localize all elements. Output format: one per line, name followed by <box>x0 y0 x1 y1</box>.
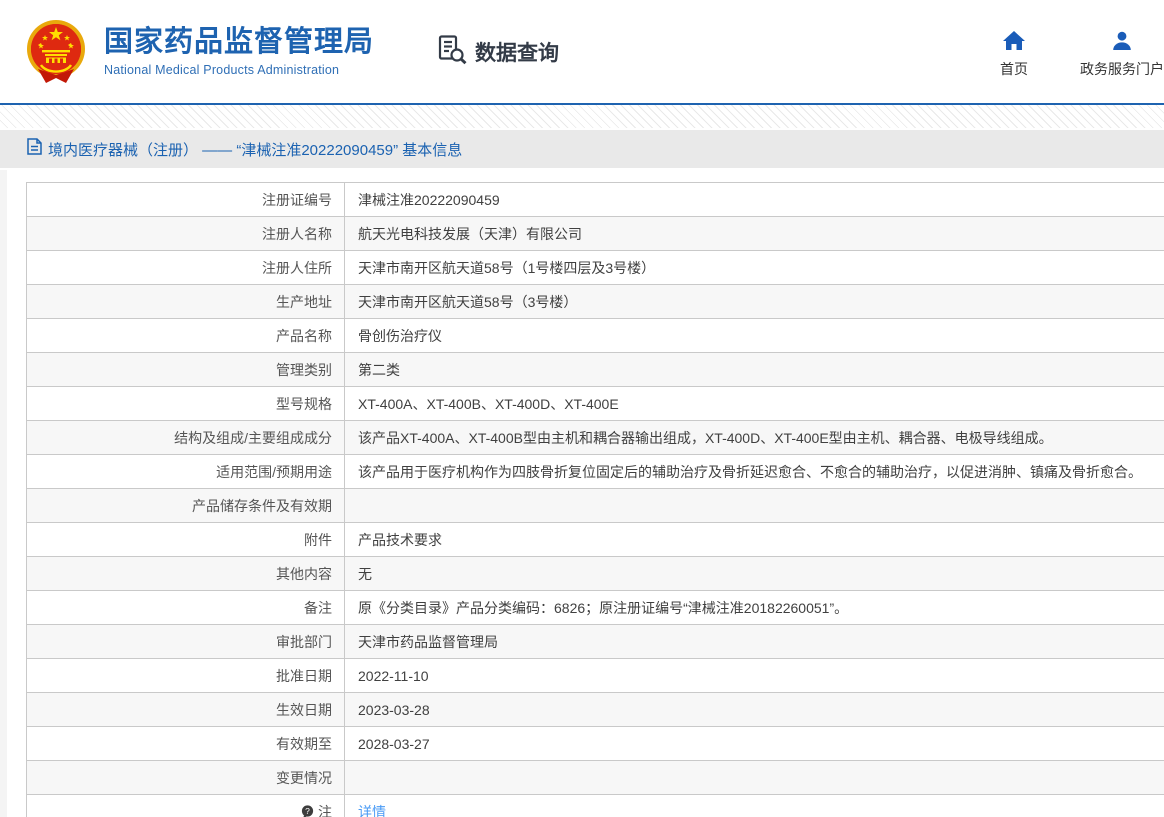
field-value: 2023-03-28 <box>345 693 1164 726</box>
field-label: 批准日期 <box>276 666 332 686</box>
field-label-cell: 附件 <box>27 523 345 556</box>
user-icon <box>1112 31 1132 54</box>
table-row: 附件 产品技术要求 <box>27 523 1164 557</box>
data-query-section[interactable]: 数据查询 <box>436 33 559 70</box>
field-value: 产品技术要求 <box>345 523 1164 556</box>
agency-name-zh: 国家药品监督管理局 <box>104 26 374 59</box>
field-value: 航天光电科技发展（天津）有限公司 <box>345 217 1164 250</box>
field-label: 生产地址 <box>276 292 332 312</box>
table-row: 适用范围/预期用途 该产品用于医疗机构作为四肢骨折复位固定后的辅助治疗及骨折延迟… <box>27 455 1164 489</box>
field-value: 天津市南开区航天道58号（3号楼） <box>345 285 1164 318</box>
field-value: 无 <box>345 557 1164 590</box>
field-label: 审批部门 <box>276 632 332 652</box>
field-label-cell: 备注 <box>27 591 345 624</box>
nav-portal-label: 政务服务门户 <box>1080 59 1164 79</box>
field-label-cell: 批准日期 <box>27 659 345 692</box>
table-row: 审批部门 天津市药品监督管理局 <box>27 625 1164 659</box>
table-row: 产品名称 骨创伤治疗仪 <box>27 319 1164 353</box>
nav-item-home[interactable]: 首页 <box>1000 31 1028 79</box>
field-label: 管理类别 <box>276 360 332 380</box>
agency-title-block: 国家药品监督管理局 National Medical Products Admi… <box>104 26 374 76</box>
home-icon <box>1003 31 1025 54</box>
field-label: 生效日期 <box>276 700 332 720</box>
field-label-cell: 产品名称 <box>27 319 345 352</box>
hatch-separator <box>0 105 1164 128</box>
field-label-cell: 其他内容 <box>27 557 345 590</box>
field-label: 产品储存条件及有效期 <box>192 496 332 516</box>
field-label-cell: ? 注 <box>27 795 345 817</box>
field-label: 有效期至 <box>276 734 332 754</box>
field-label: 产品名称 <box>276 326 332 346</box>
field-label: 其他内容 <box>276 564 332 584</box>
document-icon <box>27 138 42 160</box>
field-value: 天津市药品监督管理局 <box>345 625 1164 658</box>
table-row: 有效期至 2028-03-27 <box>27 727 1164 761</box>
field-label-cell: 适用范围/预期用途 <box>27 455 345 488</box>
field-value: 该产品用于医疗机构作为四肢骨折复位固定后的辅助治疗及骨折延迟愈合、不愈合的辅助治… <box>345 455 1164 488</box>
field-value: XT-400A、XT-400B、XT-400D、XT-400E <box>345 387 1164 420</box>
field-label-cell: 注册人住所 <box>27 251 345 284</box>
field-label-cell: 管理类别 <box>27 353 345 386</box>
agency-name-en: National Medical Products Administration <box>104 63 374 77</box>
breadcrumb-text: 境内医疗器械（注册） —— “津械注准20222090459” 基本信息 <box>48 139 462 160</box>
data-query-label: 数据查询 <box>475 37 559 67</box>
field-label-cell: 注册人名称 <box>27 217 345 250</box>
doc-search-icon <box>436 33 468 70</box>
field-label-cell: 有效期至 <box>27 727 345 760</box>
field-label: 型号规格 <box>276 394 332 414</box>
field-value: 原《分类目录》产品分类编码：6826；原注册证编号“津械注准2018226005… <box>345 591 1164 624</box>
field-label-cell: 型号规格 <box>27 387 345 420</box>
table-row: 生效日期 2023-03-28 <box>27 693 1164 727</box>
field-label: 附件 <box>304 530 332 550</box>
field-value: 天津市南开区航天道58号（1号楼四层及3号楼） <box>345 251 1164 284</box>
field-label: 注册人名称 <box>262 224 332 244</box>
note-icon: ? <box>301 805 314 817</box>
field-label-cell: 生效日期 <box>27 693 345 726</box>
field-label-cell: 审批部门 <box>27 625 345 658</box>
info-table: 注册证编号 津械注准20222090459 注册人名称 航天光电科技发展（天津）… <box>26 182 1164 817</box>
nav-item-portal[interactable]: 政务服务门户 <box>1080 31 1164 79</box>
nav-home-label: 首页 <box>1000 59 1028 79</box>
table-row: 注册证编号 津械注准20222090459 <box>27 183 1164 217</box>
field-value: 2028-03-27 <box>345 727 1164 760</box>
field-value: 骨创伤治疗仪 <box>345 319 1164 352</box>
field-label: 结构及组成/主要组成成分 <box>174 428 332 448</box>
table-row: ? 注 详情 <box>27 795 1164 817</box>
table-row: 结构及组成/主要组成成分 该产品XT-400A、XT-400B型由主机和耦合器输… <box>27 421 1164 455</box>
svg-text:?: ? <box>305 806 310 816</box>
field-label: 注册人住所 <box>262 258 332 278</box>
table-row: 注册人住所 天津市南开区航天道58号（1号楼四层及3号楼） <box>27 251 1164 285</box>
field-value: 第二类 <box>345 353 1164 386</box>
field-label: 适用范围/预期用途 <box>216 462 332 482</box>
table-row: 注册人名称 航天光电科技发展（天津）有限公司 <box>27 217 1164 251</box>
field-label-cell: 生产地址 <box>27 285 345 318</box>
table-row: 变更情况 <box>27 761 1164 795</box>
field-label-cell: 结构及组成/主要组成成分 <box>27 421 345 454</box>
field-value: 2022-11-10 <box>345 659 1164 692</box>
field-label: 注 <box>318 802 332 817</box>
field-label: 变更情况 <box>276 768 332 788</box>
table-row: 备注 原《分类目录》产品分类编码：6826；原注册证编号“津械注准2018226… <box>27 591 1164 625</box>
national-emblem-icon <box>24 19 88 85</box>
field-label-cell: 变更情况 <box>27 761 345 794</box>
field-value <box>345 489 1164 522</box>
field-label: 注册证编号 <box>262 190 332 210</box>
table-row: 其他内容 无 <box>27 557 1164 591</box>
header-nav: 首页 政务服务门户 <box>1000 31 1164 79</box>
table-row: 批准日期 2022-11-10 <box>27 659 1164 693</box>
table-row: 生产地址 天津市南开区航天道58号（3号楼） <box>27 285 1164 319</box>
main-content: 注册证编号 津械注准20222090459 注册人名称 航天光电科技发展（天津）… <box>0 168 1164 817</box>
field-label-cell: 注册证编号 <box>27 183 345 216</box>
field-value: 该产品XT-400A、XT-400B型由主机和耦合器输出组成，XT-400D、X… <box>345 421 1164 454</box>
field-value <box>345 761 1164 794</box>
field-label: 备注 <box>304 598 332 618</box>
table-row: 管理类别 第二类 <box>27 353 1164 387</box>
field-value: 津械注准20222090459 <box>345 183 1164 216</box>
site-header: 国家药品监督管理局 National Medical Products Admi… <box>0 0 1164 105</box>
field-label-cell: 产品储存条件及有效期 <box>27 489 345 522</box>
detail-link[interactable]: 详情 <box>345 795 1164 817</box>
breadcrumb: 境内医疗器械（注册） —— “津械注准20222090459” 基本信息 <box>0 130 1164 168</box>
table-row: 型号规格 XT-400A、XT-400B、XT-400D、XT-400E <box>27 387 1164 421</box>
table-row: 产品储存条件及有效期 <box>27 489 1164 523</box>
